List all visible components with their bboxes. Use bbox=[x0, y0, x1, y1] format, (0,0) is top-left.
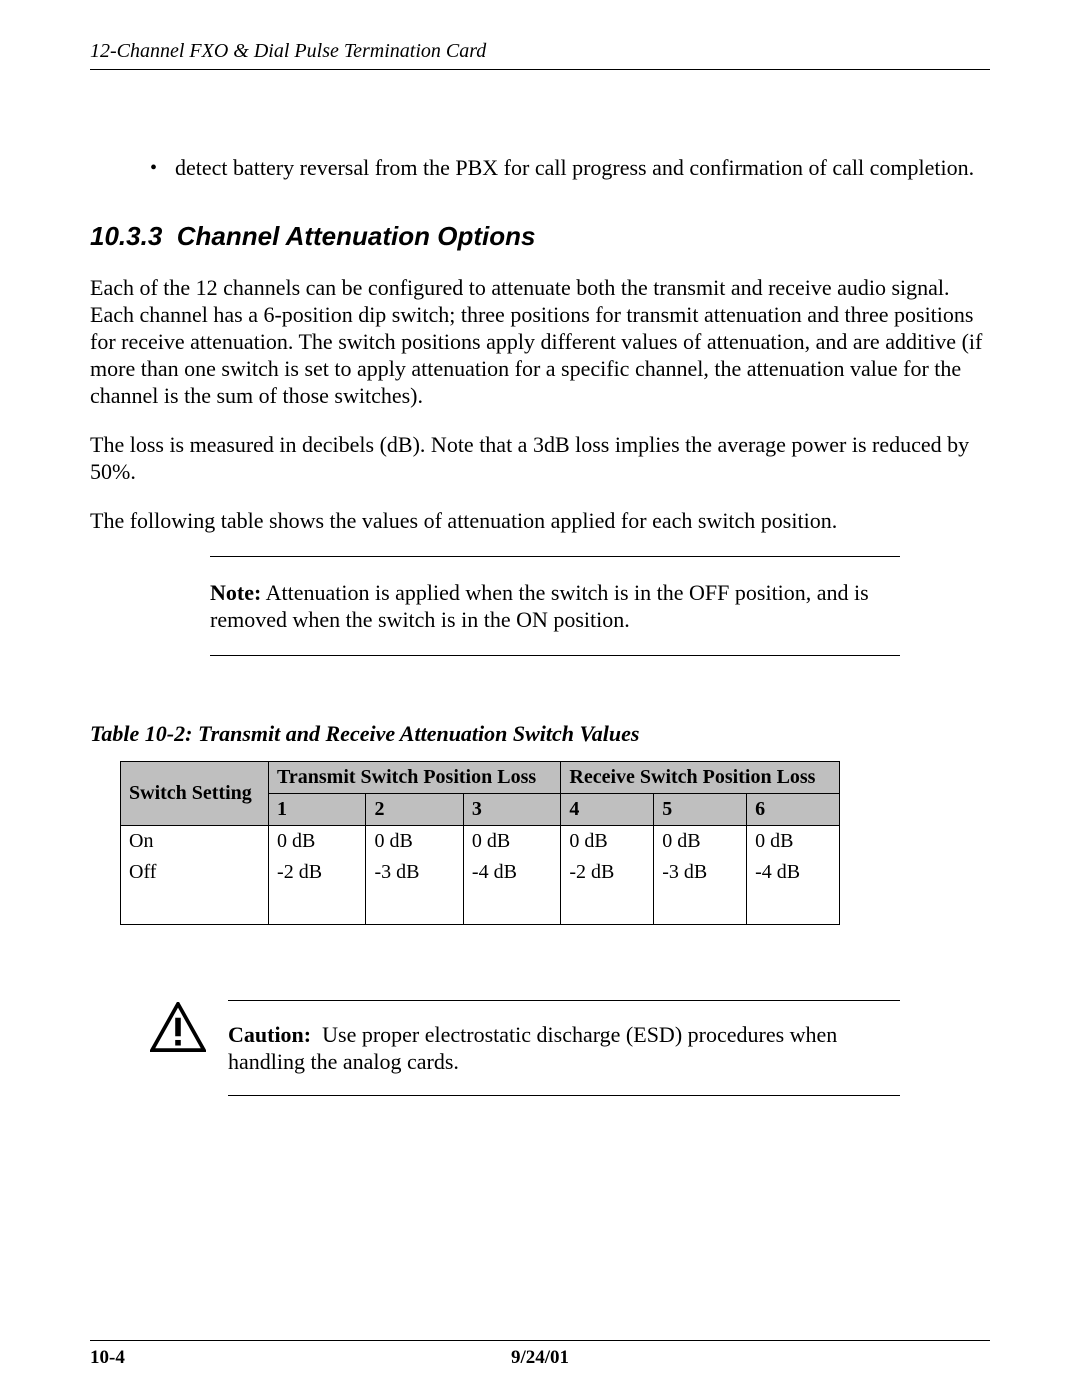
body-paragraph: The following table shows the values of … bbox=[90, 507, 990, 534]
page-number: 10-4 bbox=[90, 1347, 125, 1369]
caution-text: Caution: Use proper electrostatic discha… bbox=[228, 1021, 900, 1075]
note-block: Note: Attenuation is applied when the sw… bbox=[210, 556, 900, 656]
table-row-label: On bbox=[121, 826, 269, 858]
table-cell: 0 dB bbox=[654, 826, 747, 858]
table-row: Off -2 dB -3 dB -4 dB -2 dB -3 dB -4 dB bbox=[121, 857, 840, 888]
table-col-1: 1 bbox=[269, 794, 366, 826]
page-footer: 10-4 9/24/01 bbox=[90, 1340, 990, 1369]
caution-label: Caution: bbox=[228, 1022, 311, 1047]
page-date: 9/24/01 bbox=[511, 1347, 569, 1369]
table-col-3: 3 bbox=[463, 794, 560, 826]
warning-icon bbox=[150, 1000, 206, 1057]
table-row-label: Off bbox=[121, 857, 269, 888]
note-label: Note: bbox=[210, 580, 261, 605]
table-cell: 0 dB bbox=[747, 826, 840, 858]
table-cell: -2 dB bbox=[561, 857, 654, 888]
table-cell: 0 dB bbox=[463, 826, 560, 858]
bullet-icon: • bbox=[150, 155, 175, 181]
section-number: 10.3.3 bbox=[90, 221, 162, 251]
table-header-receive: Receive Switch Position Loss bbox=[561, 762, 840, 794]
table-cell: 0 dB bbox=[366, 826, 463, 858]
table-cell: -4 dB bbox=[747, 857, 840, 888]
table-row bbox=[121, 888, 840, 924]
table-col-2: 2 bbox=[366, 794, 463, 826]
table-col-6: 6 bbox=[747, 794, 840, 826]
table-col-4: 4 bbox=[561, 794, 654, 826]
table-col-5: 5 bbox=[654, 794, 747, 826]
section-title: Channel Attenuation Options bbox=[177, 221, 536, 251]
table-header-transmit: Transmit Switch Position Loss bbox=[269, 762, 561, 794]
table-cell: -4 dB bbox=[463, 857, 560, 888]
bullet-text: detect battery reversal from the PBX for… bbox=[175, 155, 974, 181]
table-cell: -2 dB bbox=[269, 857, 366, 888]
body-paragraph: Each of the 12 channels can be configure… bbox=[90, 274, 990, 409]
attenuation-table: Switch Setting Transmit Switch Position … bbox=[120, 761, 840, 925]
table-caption: Table 10-2: Transmit and Receive Attenua… bbox=[90, 721, 990, 747]
bullet-item: • detect battery reversal from the PBX f… bbox=[150, 155, 990, 181]
table-row: On 0 dB 0 dB 0 dB 0 dB 0 dB 0 dB bbox=[121, 826, 840, 858]
table-cell: -3 dB bbox=[366, 857, 463, 888]
table-cell: 0 dB bbox=[561, 826, 654, 858]
table-header-switch: Switch Setting bbox=[121, 762, 269, 826]
caution-block: Caution: Use proper electrostatic discha… bbox=[150, 1000, 900, 1096]
table-cell: 0 dB bbox=[269, 826, 366, 858]
page-header: 12-Channel FXO & Dial Pulse Termination … bbox=[90, 40, 990, 70]
note-body: Attenuation is applied when the switch i… bbox=[210, 580, 869, 632]
table-cell: -3 dB bbox=[654, 857, 747, 888]
section-heading: 10.3.3 Channel Attenuation Options bbox=[90, 221, 990, 252]
note-text: Note: Attenuation is applied when the sw… bbox=[210, 579, 900, 633]
caution-body: Use proper electrostatic discharge (ESD)… bbox=[228, 1022, 837, 1074]
body-paragraph: The loss is measured in decibels (dB). N… bbox=[90, 431, 990, 485]
